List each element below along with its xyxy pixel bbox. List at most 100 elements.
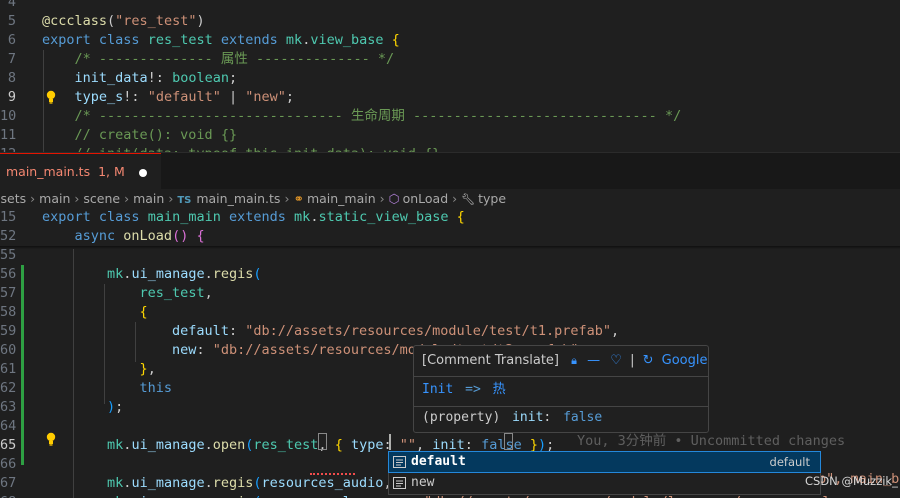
code-token: ( (107, 13, 116, 29)
code-line[interactable]: 56 mk.ui_manage.regis( (0, 265, 900, 284)
tab-filename: main_main.ts (6, 164, 91, 179)
code-text: // init(data: typeof this.init_data): vo… (42, 145, 441, 152)
line-number: 58 (0, 304, 17, 320)
code-line[interactable]: 12 // init(data: typeof this.init_data):… (0, 145, 900, 152)
line-number: 62 (0, 380, 17, 396)
code-line[interactable]: 58 { (0, 303, 900, 322)
code-token: ui_manage (131, 494, 204, 498)
hover-separator-1 (414, 376, 708, 377)
lightbulb-icon[interactable] (46, 90, 56, 104)
code-token: "res_test" (115, 13, 197, 29)
code-text: { (42, 303, 148, 322)
code-token: extends (220, 32, 278, 48)
lightbulb-icon[interactable] (46, 432, 56, 446)
breadcrumb-item[interactable]: TS main_main.ts (177, 191, 280, 206)
tab-main-main[interactable]: main_main.ts 1, M (0, 153, 161, 190)
breadcrumb-item[interactable]: ⚭ main_main (293, 191, 375, 206)
breadcrumb-item[interactable]: scene (83, 191, 120, 206)
code-token: "db://assets/resources/module/test/t1.pr… (245, 323, 611, 339)
suggest-widget[interactable]: default default new (388, 451, 821, 495)
code-token: type (350, 437, 384, 453)
code-line[interactable]: 52 async onLoad() { (0, 227, 900, 246)
google-link[interactable]: Google (662, 353, 708, 368)
code-line[interactable]: 6 export class res_test extends mk.view_b… (0, 31, 900, 50)
watermark: CSDN @Muzzik_ (805, 474, 898, 488)
code-token: mk (107, 437, 124, 453)
breadcrumb-item[interactable]: main (39, 191, 70, 206)
code-line[interactable]: 11 // create(): void {} (0, 126, 900, 145)
line-number: 66 (0, 456, 17, 472)
code-text: }, (42, 360, 156, 379)
method-symbol-icon: ⬡ (388, 191, 400, 206)
code-line[interactable]: 15 export class main_main extends mk.stat… (0, 209, 900, 227)
suggestion-item[interactable]: new (389, 473, 820, 493)
code-token: . (204, 266, 213, 282)
line-number: 63 (0, 399, 17, 415)
code-token: mk (107, 266, 124, 282)
code-line[interactable]: 4 (0, 0, 900, 12)
suggestion-item[interactable]: default default (388, 451, 821, 473)
code-text: /* -------------- 属性 -------------- */ (42, 50, 395, 69)
code-token: mk (285, 32, 303, 48)
line-number: 8 (7, 70, 16, 86)
signature-row: (property) init: false (422, 409, 602, 427)
code-line[interactable]: 10 /* ------------------------------ 生命周… (0, 107, 900, 126)
indent-guide (104, 284, 105, 404)
refresh-icon[interactable]: ↻ (643, 353, 654, 368)
error-squiggle (310, 470, 355, 475)
code-token: new (172, 342, 197, 358)
breadcrumb-label: main (39, 191, 71, 206)
breadcrumb-label: scene (83, 191, 121, 206)
code-line[interactable]: 5 @ccclass("res_test") (0, 12, 900, 31)
code-token: mk (294, 209, 311, 225)
breadcrumb-item[interactable]: ssets (0, 191, 26, 206)
code-token: res_test (139, 285, 205, 301)
line-number: 68 (0, 493, 16, 498)
code-token: { (334, 437, 343, 453)
code-text: default: "db://assets/resources/module/t… (42, 322, 619, 341)
breadcrumb-label: ssets (0, 191, 27, 206)
signature-name: init (512, 410, 544, 425)
code-token: regis (212, 266, 254, 282)
code-token: type_s (74, 89, 124, 105)
breadcrumb-separator-icon: › (284, 191, 290, 206)
modified-line-gutter[interactable] (21, 265, 24, 465)
signature-type: false (563, 410, 603, 425)
code-token: default (172, 323, 229, 339)
breadcrumb-item[interactable]: 🔧︎ type (461, 191, 506, 206)
code-token: open (212, 437, 246, 453)
code-line[interactable]: 57 res_test, (0, 284, 900, 303)
code-line[interactable]: 9 type_s!: "default" | "new"; (0, 88, 900, 107)
code-line[interactable]: 8 init_data!: boolean; (0, 69, 900, 88)
code-token: res_test (253, 437, 319, 453)
breadcrumb-item[interactable]: ⬡ onLoad (389, 191, 448, 206)
code-token: , (610, 323, 620, 339)
code-text: export class main_main extends mk.static… (42, 209, 465, 227)
code-token: export (42, 32, 91, 48)
code-text: this (42, 379, 173, 398)
heart-icon[interactable]: ♡ (610, 353, 622, 368)
text-cursor (389, 434, 391, 450)
lock-icon[interactable]: 🔒︎ (571, 354, 577, 367)
unsaved-dot-icon[interactable] (138, 168, 147, 177)
code-token: res_test (147, 32, 213, 48)
sticky-scroll-shadow (0, 246, 900, 249)
line-number: 56 (0, 266, 17, 282)
top-editor[interactable]: 4 5 @ccclass("res_test") 6 export class res_… (0, 0, 900, 152)
code-line[interactable]: 7 /* -------------- 属性 -------------- */ (0, 50, 900, 69)
breadcrumb-item[interactable]: main (133, 191, 164, 206)
minimize-icon[interactable]: — (587, 353, 600, 368)
code-token: export (42, 209, 91, 225)
code-text: res_test, (42, 284, 213, 303)
typescript-file-icon: TS (177, 195, 192, 206)
breadcrumb-label: main (133, 191, 165, 206)
comment-translate-title: [Comment Translate] (422, 353, 559, 368)
